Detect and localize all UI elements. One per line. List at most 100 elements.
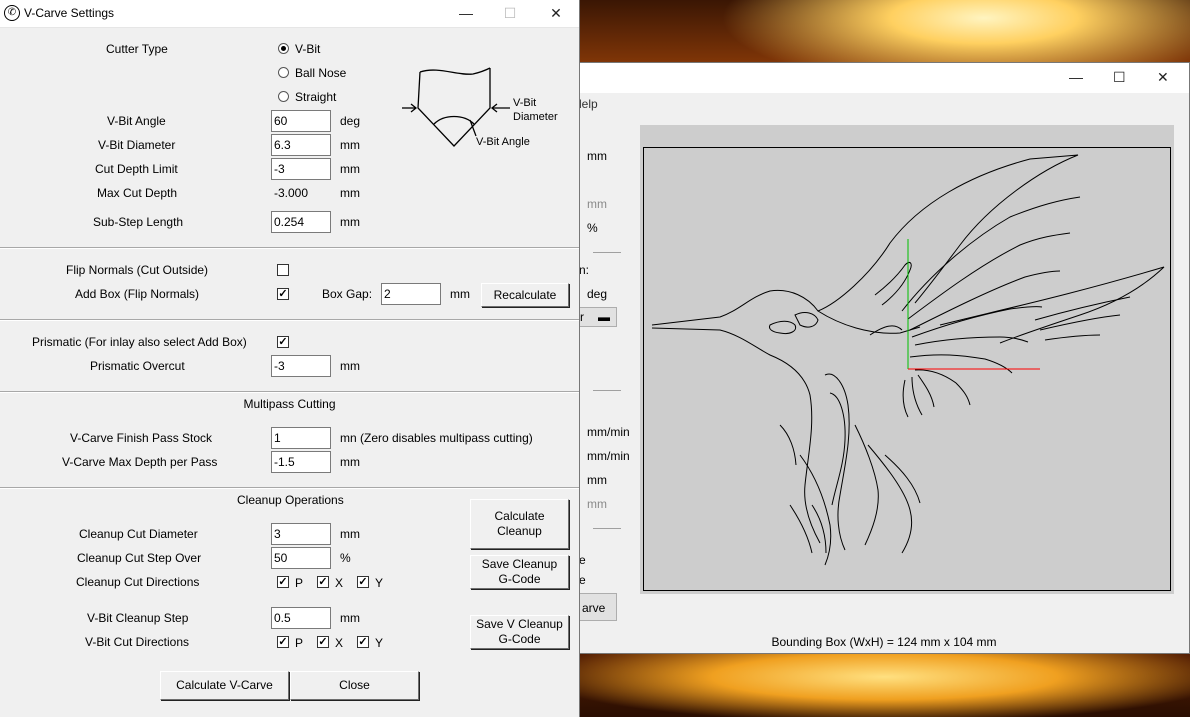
separator bbox=[0, 391, 579, 393]
calculate-vcarve-button[interactable]: Calculate V-Carve bbox=[160, 671, 289, 700]
radio-vbit[interactable] bbox=[278, 43, 289, 54]
cleanup-dir-p-checkbox[interactable]: ✓ bbox=[277, 576, 289, 588]
maximize-icon[interactable]: ☐ bbox=[1113, 69, 1126, 86]
vbit-cut-directions-label: V-Bit Cut Directions bbox=[85, 635, 190, 649]
vbit-angle-input[interactable]: 60 bbox=[271, 110, 331, 132]
separator bbox=[593, 528, 621, 529]
separator bbox=[0, 247, 579, 249]
cut-depth-limit-unit: mm bbox=[340, 162, 360, 176]
cleanup-step-over-input[interactable]: 50 bbox=[271, 547, 331, 569]
vbit-dir-p-label: P bbox=[295, 636, 304, 650]
vcarve-button[interactable]: arve bbox=[577, 593, 617, 621]
vbit-cleanup-step-input[interactable]: 0.5 bbox=[271, 607, 331, 629]
save-cleanup-gcode-button[interactable]: Save Cleanup G-Code bbox=[470, 555, 569, 589]
cleanup-step-over-unit: % bbox=[340, 551, 351, 565]
calculate-cleanup-button[interactable]: Calculate Cleanup bbox=[470, 499, 569, 549]
main-label: mm bbox=[587, 473, 607, 487]
prismatic-label: Prismatic (For inlay also select Add Box… bbox=[32, 335, 247, 349]
save-v-cleanup-line-2: G-Code bbox=[498, 632, 541, 646]
cleanup-dir-x-label: X bbox=[335, 576, 344, 590]
cleanup-dir-y-checkbox[interactable]: ✓ bbox=[357, 576, 369, 588]
cleanup-header: Cleanup Operations bbox=[237, 493, 344, 507]
cleanup-dir-p-label: P bbox=[295, 576, 304, 590]
bounding-box-status: Bounding Box (WxH) = 124 mm x 104 mm bbox=[771, 635, 997, 649]
main-window-titlebar: — ☐ ✕ bbox=[579, 63, 1189, 93]
prismatic-checkbox[interactable]: ✓ bbox=[277, 336, 289, 348]
minimize-icon[interactable]: — bbox=[456, 3, 476, 23]
close-button[interactable]: Close bbox=[290, 671, 419, 700]
main-label: mm/min bbox=[587, 449, 630, 463]
vbit-dir-x-checkbox[interactable]: ✓ bbox=[317, 636, 329, 648]
vbit-diameter-unit: mm bbox=[340, 138, 360, 152]
cleanup-cut-directions-label: Cleanup Cut Directions bbox=[76, 575, 200, 589]
separator bbox=[593, 390, 621, 391]
cutter-type-label: Cutter Type bbox=[106, 42, 168, 56]
flip-normals-checkbox[interactable] bbox=[277, 264, 289, 276]
multipass-header: Multipass Cutting bbox=[243, 397, 336, 411]
main-label: mm bbox=[587, 497, 607, 511]
vbit-cleanup-step-unit: mm bbox=[340, 611, 360, 625]
save-v-cleanup-gcode-button[interactable]: Save V Cleanup G-Code bbox=[470, 615, 569, 649]
vbit-angle-unit: deg bbox=[340, 114, 361, 128]
vbit-diameter-label: V-Bit Diameter bbox=[98, 138, 176, 152]
sub-step-length-input[interactable]: 0.254 bbox=[271, 211, 331, 233]
add-box-checkbox[interactable]: ✓ bbox=[277, 288, 289, 300]
vbit-dir-x-label: X bbox=[335, 636, 344, 650]
minimize-icon[interactable]: — bbox=[1069, 69, 1083, 85]
drawing-canvas[interactable] bbox=[640, 125, 1174, 594]
radio-straight-label: Straight bbox=[295, 90, 337, 104]
radio-vbit-label: V-Bit bbox=[295, 42, 321, 56]
menu-help[interactable]: lelp bbox=[579, 97, 598, 111]
box-gap-label: Box Gap: bbox=[322, 287, 373, 301]
dropdown-button[interactable]: r ▬ bbox=[577, 307, 617, 327]
flip-normals-label: Flip Normals (Cut Outside) bbox=[66, 263, 209, 277]
finish-pass-stock-input[interactable]: 1 bbox=[271, 427, 331, 449]
vbit-dir-y-checkbox[interactable]: ✓ bbox=[357, 636, 369, 648]
close-icon[interactable]: ✕ bbox=[546, 3, 566, 23]
add-box-label: Add Box (Flip Normals) bbox=[75, 287, 200, 301]
prismatic-overcut-input[interactable]: -3 bbox=[271, 355, 331, 377]
close-icon[interactable]: ✕ bbox=[1157, 69, 1169, 86]
vbit-dir-y-label: Y bbox=[375, 636, 384, 650]
max-cut-depth-label: Max Cut Depth bbox=[97, 186, 178, 200]
diagram-angle-label: V-Bit Angle bbox=[476, 136, 530, 148]
hummingbird-drawing bbox=[651, 154, 1165, 566]
recalculate-button[interactable]: Recalculate bbox=[481, 283, 569, 307]
vbit-angle-label: V-Bit Angle bbox=[107, 114, 166, 128]
dialog-title: V-Carve Settings bbox=[24, 6, 115, 20]
separator bbox=[0, 319, 579, 321]
main-label: mm/min bbox=[587, 425, 630, 439]
prismatic-overcut-unit: mm bbox=[340, 359, 360, 373]
finish-pass-stock-unit: mn (Zero disables multipass cutting) bbox=[340, 431, 533, 445]
desktop-sunset-glow-bottom bbox=[580, 650, 1190, 717]
sub-step-length-label: Sub-Step Length bbox=[93, 215, 184, 229]
cleanup-dir-y-label: Y bbox=[375, 576, 384, 590]
vbit-dir-p-checkbox[interactable]: ✓ bbox=[277, 636, 289, 648]
cleanup-cut-diameter-input[interactable]: 3 bbox=[271, 523, 331, 545]
cleanup-cut-diameter-label: Cleanup Cut Diameter bbox=[79, 527, 198, 541]
separator bbox=[593, 252, 621, 253]
main-label: e bbox=[579, 573, 586, 587]
max-depth-per-pass-label: V-Carve Max Depth per Pass bbox=[62, 455, 218, 469]
vbit-diameter-input[interactable]: 6.3 bbox=[271, 134, 331, 156]
box-gap-input[interactable]: 2 bbox=[381, 283, 441, 305]
main-label: e bbox=[579, 553, 586, 567]
dropdown-arrow-icon: ▬ bbox=[598, 310, 610, 324]
prismatic-overcut-label: Prismatic Overcut bbox=[90, 359, 185, 373]
vcarve-settings-dialog: ✆ V-Carve Settings — ☐ ✕ Cutter Type V-B… bbox=[0, 0, 580, 717]
calculate-cleanup-line-1: Calculate bbox=[494, 509, 545, 523]
cleanup-cut-diameter-unit: mm bbox=[340, 527, 360, 541]
main-label: % bbox=[587, 221, 598, 235]
diagram-vbit-label: V-Bit bbox=[513, 97, 536, 109]
radio-ball-nose-label: Ball Nose bbox=[295, 66, 347, 80]
main-label: n: bbox=[579, 263, 590, 277]
radio-ball-nose[interactable] bbox=[278, 67, 289, 78]
max-depth-per-pass-input[interactable]: -1.5 bbox=[271, 451, 331, 473]
cleanup-step-over-label: Cleanup Cut Step Over bbox=[77, 551, 202, 565]
cleanup-dir-x-checkbox[interactable]: ✓ bbox=[317, 576, 329, 588]
radio-straight[interactable] bbox=[278, 91, 289, 102]
save-cleanup-line-2: G-Code bbox=[498, 572, 541, 586]
cut-depth-limit-input[interactable]: -3 bbox=[271, 158, 331, 180]
save-v-cleanup-line-1: Save V Cleanup bbox=[476, 617, 563, 631]
calculate-cleanup-line-2: Cleanup bbox=[497, 524, 542, 538]
